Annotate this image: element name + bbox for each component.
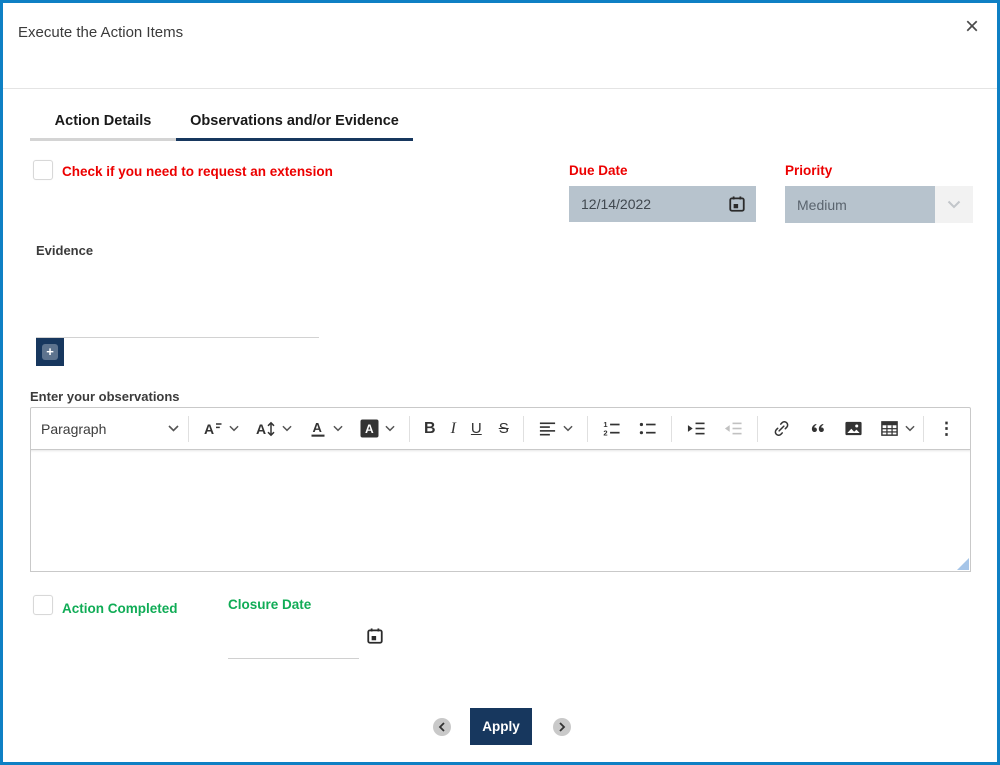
next-button[interactable]: [553, 718, 571, 736]
toolbar-separator: [670, 415, 672, 442]
outdent-icon: [724, 422, 742, 435]
indent-button[interactable]: [681, 415, 711, 442]
chevron-right-icon: [559, 722, 566, 732]
toolbar-separator: [586, 415, 588, 442]
chevron-down-icon: [935, 186, 973, 223]
underline-button[interactable]: U: [466, 416, 487, 441]
font-background-color-button[interactable]: A: [355, 415, 400, 442]
svg-text:A: A: [204, 421, 214, 437]
resize-handle[interactable]: [957, 558, 969, 570]
toolbar-separator: [409, 415, 410, 442]
closure-date-label: Closure Date: [228, 597, 312, 612]
observations-editor-area[interactable]: [30, 450, 971, 572]
font-size-icon: A: [256, 421, 275, 437]
header-divider: [3, 88, 997, 89]
italic-button[interactable]: I: [448, 420, 459, 438]
evidence-field-underline: [36, 337, 319, 338]
more-options-button[interactable]: ⋮: [933, 415, 960, 443]
execute-action-items-dialog: Execute the Action Items × Action Detail…: [0, 0, 1000, 765]
numbered-list-button[interactable]: 1 2: [597, 415, 626, 442]
extension-checkbox[interactable]: [33, 160, 53, 180]
chevron-left-icon: [438, 722, 445, 732]
add-evidence-button[interactable]: +: [36, 338, 64, 366]
chevron-down-icon: [168, 425, 179, 432]
font-background-color-icon: A: [360, 419, 379, 438]
insert-table-button[interactable]: [875, 415, 920, 442]
chevron-down-icon: [385, 425, 395, 432]
align-left-icon: [539, 422, 555, 436]
priority-label: Priority: [785, 163, 833, 178]
bulleted-list-button[interactable]: [633, 415, 662, 442]
numbered-list-icon: 1 2: [603, 420, 620, 438]
action-completed-label: Action Completed: [62, 601, 178, 616]
chevron-down-icon: [282, 425, 292, 432]
font-color-button[interactable]: A: [304, 415, 348, 443]
toolbar-separator: [756, 415, 758, 442]
plus-icon: +: [42, 344, 58, 360]
priority-select[interactable]: Medium: [785, 186, 973, 223]
action-completed-checkbox[interactable]: [33, 595, 53, 615]
insert-table-icon: [880, 421, 898, 436]
extension-label: Check if you need to request an extensio…: [62, 164, 333, 179]
evidence-label: Evidence: [36, 243, 94, 258]
strikethrough-button[interactable]: S: [494, 416, 514, 441]
paragraph-style-value: Paragraph: [41, 420, 107, 437]
block-quote-icon: [811, 423, 824, 433]
svg-text:A: A: [313, 420, 323, 435]
editor-toolbar: Paragraph A A A A B I U S 1 2 ⋮: [30, 407, 971, 450]
insert-image-icon: [845, 421, 862, 436]
link-icon: [774, 421, 789, 436]
text-alignment-button[interactable]: [533, 415, 578, 442]
link-button[interactable]: [767, 415, 796, 442]
font-size-button[interactable]: A: [251, 415, 297, 443]
close-button[interactable]: ×: [959, 11, 985, 43]
font-color-icon: A: [311, 420, 325, 437]
insert-image-button[interactable]: [839, 415, 868, 442]
priority-value: Medium: [785, 186, 935, 223]
calendar-icon[interactable]: [366, 627, 384, 645]
paragraph-style-dropdown[interactable]: Paragraph: [41, 421, 179, 437]
toolbar-separator: [188, 415, 189, 442]
chevron-down-icon: [905, 425, 915, 432]
due-date-value: 12/14/2022: [581, 196, 652, 212]
bulleted-list-icon: [639, 422, 656, 435]
font-family-button[interactable]: A: [198, 415, 244, 443]
apply-button[interactable]: Apply: [470, 708, 532, 745]
chevron-down-icon: [563, 425, 573, 432]
dialog-title: Execute the Action Items: [18, 24, 184, 41]
due-date-label: Due Date: [569, 163, 628, 178]
tab-action-details[interactable]: Action Details: [30, 113, 176, 141]
font-family-icon: A: [204, 421, 222, 437]
close-icon: ×: [964, 13, 979, 40]
svg-text:2: 2: [603, 429, 607, 438]
closure-date-input[interactable]: [228, 631, 359, 659]
block-quote-button[interactable]: [803, 415, 832, 442]
chevron-down-icon: [333, 425, 343, 432]
due-date-input[interactable]: 12/14/2022: [569, 186, 756, 222]
tab-observations-evidence[interactable]: Observations and/or Evidence: [176, 113, 413, 141]
bold-button[interactable]: B: [419, 416, 441, 442]
toolbar-separator: [923, 415, 924, 442]
svg-text:A: A: [365, 422, 374, 436]
toolbar-separator: [522, 415, 524, 442]
observations-label: Enter your observations: [30, 389, 180, 404]
rich-text-editor: Paragraph A A A A B I U S 1 2 ⋮: [30, 407, 971, 572]
outdent-button[interactable]: [718, 415, 748, 442]
calendar-icon[interactable]: [728, 195, 746, 213]
svg-text:A: A: [256, 421, 266, 437]
indent-icon: [687, 422, 705, 435]
previous-button[interactable]: [433, 718, 451, 736]
tab-bar: Action Details Observations and/or Evide…: [30, 113, 413, 141]
chevron-down-icon: [229, 425, 239, 432]
